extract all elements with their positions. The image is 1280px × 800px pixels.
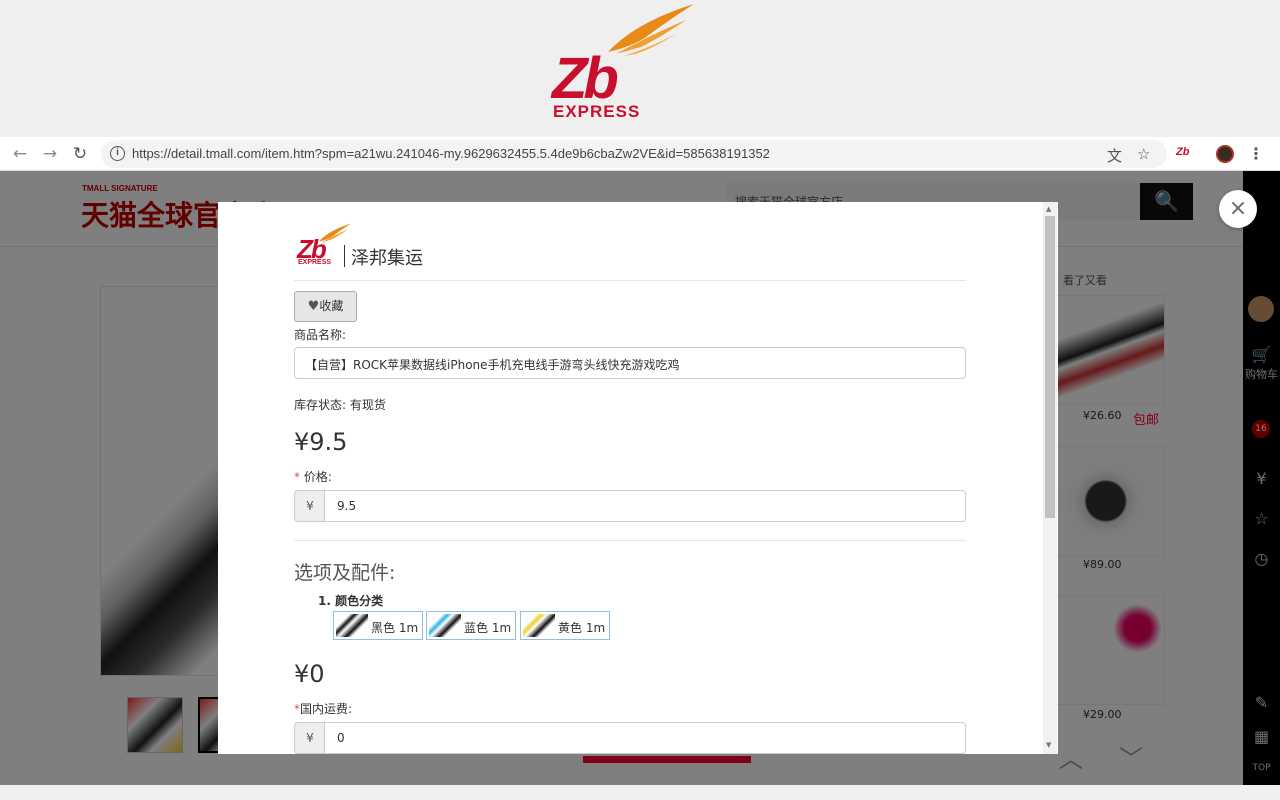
modal-brand-name: 泽邦集运: [351, 248, 423, 269]
heart-icon: ♥: [307, 299, 320, 314]
close-icon: ×: [1228, 196, 1248, 221]
option-swatch-blue[interactable]: 蓝色 1m: [426, 611, 516, 640]
price-input[interactable]: 9.5: [324, 490, 966, 522]
required-mark: *: [294, 470, 300, 484]
browser-toolbar: ← → ↻ i https://detail.tmall.com/item.ht…: [0, 137, 1280, 171]
logo-zb-text: Zb: [552, 46, 619, 111]
forward-button[interactable]: →: [40, 144, 60, 164]
swatch-image: [429, 614, 461, 637]
shipping-display: ¥0: [294, 660, 325, 688]
window-bottom-strip: [0, 785, 1280, 800]
stock-status: 库存状态: 有现货: [294, 398, 386, 412]
shipping-label-text: 国内运费:: [300, 702, 353, 716]
divider: [294, 540, 966, 541]
logo-express-text: EXPRESS: [553, 102, 641, 121]
currency-addon: ¥: [294, 490, 325, 522]
favorite-label: 收藏: [319, 299, 344, 313]
product-name-label: 商品名称:: [294, 328, 347, 342]
price-label-text: 价格:: [303, 470, 332, 484]
bookmark-star-icon[interactable]: ☆: [1137, 145, 1150, 163]
divider: [294, 280, 966, 281]
shipping-label: *国内运费:: [294, 700, 352, 717]
price-display: ¥9.5: [294, 428, 348, 456]
scroll-down-icon[interactable]: ▼: [1046, 741, 1051, 749]
scrollbar-thumb[interactable]: [1045, 216, 1055, 518]
brand-banner: Zb EXPRESS: [0, 0, 1280, 137]
profile-avatar[interactable]: [1216, 145, 1234, 163]
swatch-label: 黄色 1m: [558, 621, 606, 635]
modal-scrollbar[interactable]: ▲ ▼: [1043, 202, 1057, 754]
currency-addon: ¥: [294, 722, 325, 754]
swatch-label: 蓝色 1m: [464, 621, 512, 635]
swatch-image: [336, 614, 368, 637]
url-text[interactable]: https://detail.tmall.com/item.htm?spm=a2…: [132, 146, 770, 161]
price-label: * 价格:: [294, 468, 332, 485]
favorite-button[interactable]: ♥收藏: [294, 291, 357, 322]
translate-icon[interactable]: 文: [1107, 145, 1122, 166]
option-group-label: 1. 颜色分类: [318, 594, 384, 608]
purchase-modal: Zb EXPRESS 泽邦集运 ♥收藏 商品名称: 【自营】ROCK苹果数据线i…: [218, 202, 1058, 754]
logo-divider: [344, 245, 345, 267]
zb-express-logo: Zb EXPRESS: [546, 0, 706, 125]
swatch-label: 黑色 1m: [371, 621, 419, 635]
option-swatch-yellow[interactable]: 黄色 1m: [520, 611, 610, 640]
back-button[interactable]: ←: [10, 144, 30, 164]
wing-icon: [608, 4, 694, 56]
swatch-image: [523, 614, 555, 637]
site-info-icon[interactable]: i: [110, 146, 125, 161]
scroll-up-icon[interactable]: ▲: [1046, 205, 1051, 213]
logo-express-text: EXPRESS: [298, 259, 332, 266]
option-swatch-black[interactable]: 黑色 1m: [333, 611, 423, 640]
shipping-input[interactable]: 0: [324, 722, 966, 754]
modal-logo: Zb EXPRESS: [296, 222, 356, 272]
address-bar[interactable]: i https://detail.tmall.com/item.htm?spm=…: [101, 140, 1167, 168]
zb-extension-icon[interactable]: Zb: [1176, 146, 1189, 158]
browser-menu-icon[interactable]: ⋮: [1248, 144, 1264, 163]
close-modal-button[interactable]: ×: [1219, 190, 1257, 228]
options-title: 选项及配件:: [294, 562, 396, 584]
product-name-field[interactable]: 【自营】ROCK苹果数据线iPhone手机充电线手游弯头线快充游戏吃鸡: [294, 347, 966, 379]
reload-button[interactable]: ↻: [70, 144, 90, 164]
